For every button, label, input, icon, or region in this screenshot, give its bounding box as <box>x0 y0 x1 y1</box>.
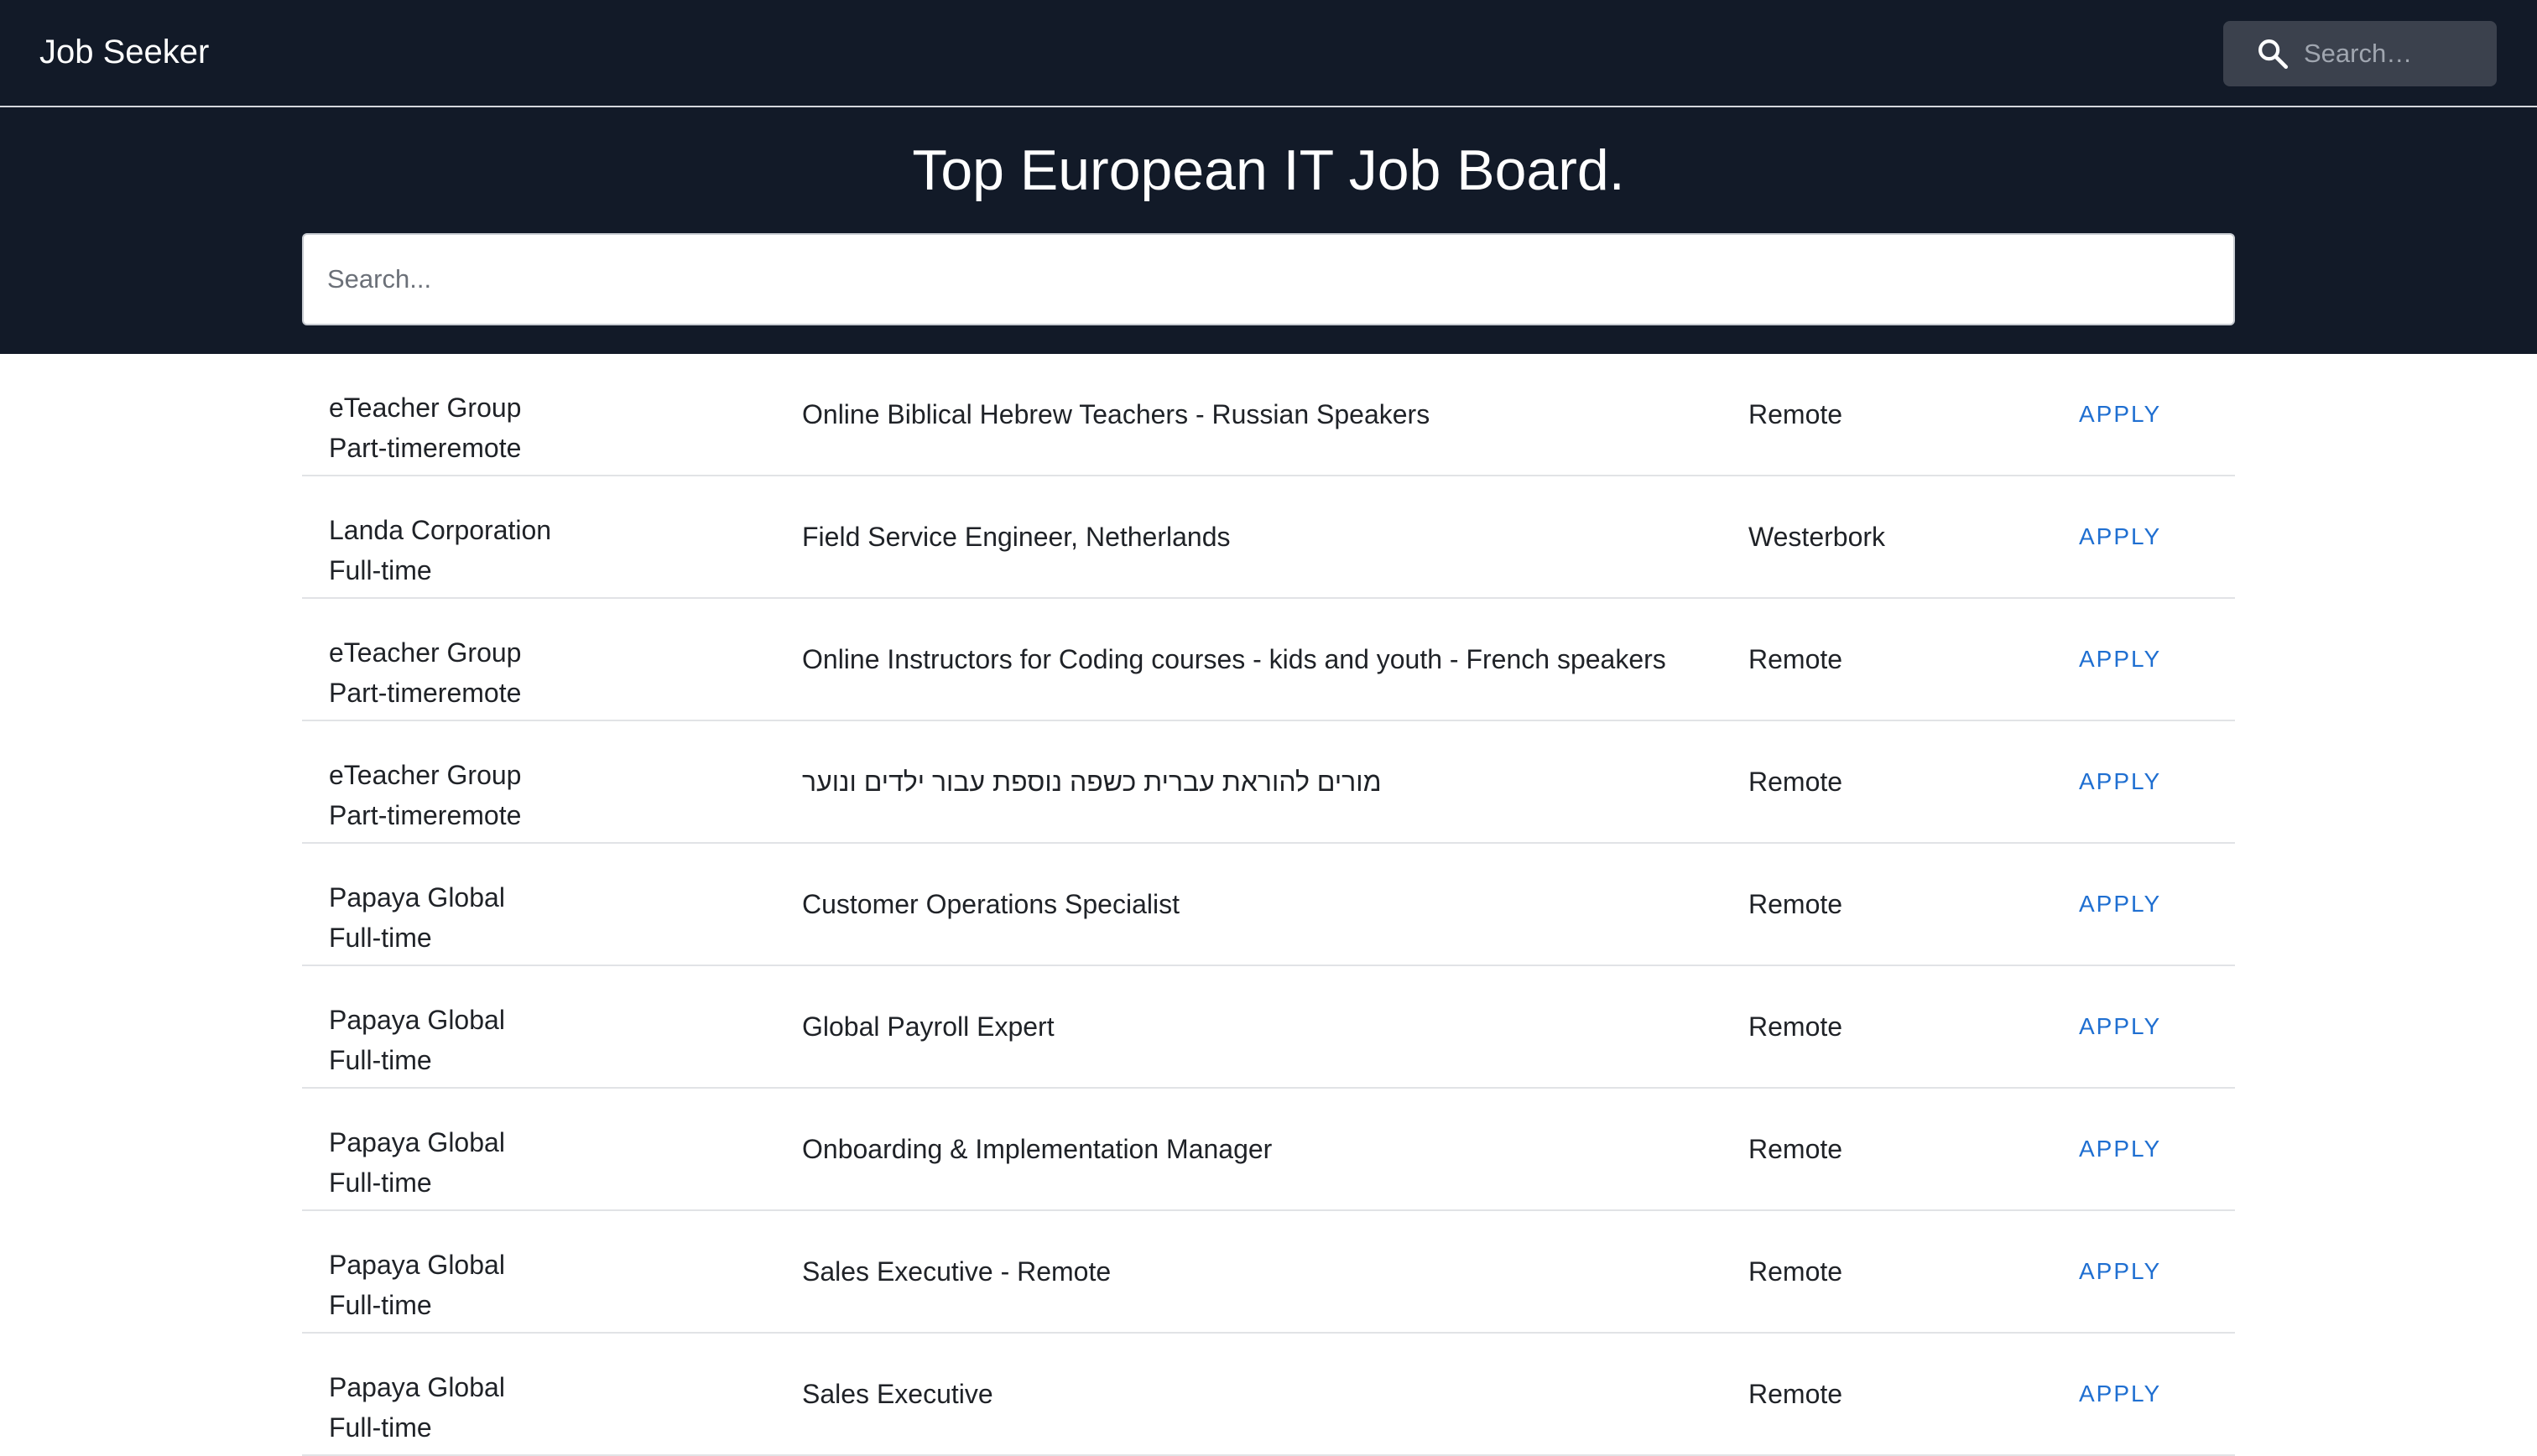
job-row: eTeacher Group Part-timeremote Online Bi… <box>302 354 2235 476</box>
job-row: Papaya Global Full-time Customer Operati… <box>302 844 2235 966</box>
job-row: Papaya Global Full-time Global Payroll E… <box>302 966 2235 1089</box>
hero-section: Top European IT Job Board. <box>0 107 2537 354</box>
nav-search-input[interactable] <box>2304 21 2488 86</box>
job-location: Remote <box>1748 1256 1843 1287</box>
job-type: Full-time <box>329 923 432 953</box>
company-info: eTeacher Group Part-timeremote <box>329 387 521 468</box>
company-name: Papaya Global <box>329 1127 505 1157</box>
job-location: Remote <box>1748 766 1843 797</box>
apply-button[interactable]: APPLY <box>2079 1089 2161 1209</box>
job-location: Remote <box>1748 643 1843 674</box>
job-type: Part-timeremote <box>329 800 522 830</box>
job-location: Remote <box>1748 888 1843 919</box>
job-location: Westerbork <box>1748 521 1886 552</box>
company-info: eTeacher Group Part-timeremote <box>329 755 521 835</box>
company-name: eTeacher Group <box>329 393 522 423</box>
brand-title[interactable]: Job Seeker <box>39 30 209 74</box>
company-info: Papaya Global Full-time <box>329 877 505 958</box>
job-row: Papaya Global Full-time Sales Executive … <box>302 1334 2235 1456</box>
company-info: Papaya Global Full-time <box>329 1245 505 1325</box>
search-icon <box>2258 39 2289 70</box>
apply-button[interactable]: APPLY <box>2079 844 2161 965</box>
job-title: מורים להוראת עברית כשפה נוספת עבור ילדים… <box>802 766 1382 797</box>
job-location: Remote <box>1748 1011 1843 1042</box>
job-location: Remote <box>1748 1378 1843 1409</box>
company-info: Papaya Global Full-time <box>329 1367 505 1448</box>
job-title: Global Payroll Expert <box>802 1011 1055 1042</box>
job-type: Full-time <box>329 1412 432 1443</box>
job-title: Onboarding & Implementation Manager <box>802 1133 1273 1164</box>
job-title: Sales Executive <box>802 1378 993 1409</box>
job-title: Online Biblical Hebrew Teachers - Russia… <box>802 398 1430 429</box>
job-row: Papaya Global Full-time Onboarding & Imp… <box>302 1089 2235 1211</box>
job-row: eTeacher Group Part-timeremote מורים להו… <box>302 721 2235 844</box>
app-bar: Job Seeker <box>0 0 2537 107</box>
apply-button[interactable]: APPLY <box>2079 1334 2161 1454</box>
company-info: eTeacher Group Part-timeremote <box>329 632 521 713</box>
company-info: Papaya Global Full-time <box>329 1122 505 1203</box>
job-title: Online Instructors for Coding courses - … <box>802 643 1666 674</box>
company-name: eTeacher Group <box>329 760 522 790</box>
job-type: Full-time <box>329 1045 432 1075</box>
apply-button[interactable]: APPLY <box>2079 966 2161 1087</box>
job-type: Part-timeremote <box>329 678 522 708</box>
job-title: Field Service Engineer, Netherlands <box>802 521 1231 552</box>
job-title: Sales Executive - Remote <box>802 1256 1112 1287</box>
job-type: Full-time <box>329 1290 432 1320</box>
company-info: Landa Corporation Full-time <box>329 510 551 590</box>
nav-search-box[interactable] <box>2223 21 2497 86</box>
apply-button[interactable]: APPLY <box>2079 721 2161 842</box>
job-type: Part-timeremote <box>329 433 522 463</box>
company-name: Papaya Global <box>329 882 505 913</box>
job-search-input[interactable] <box>302 233 2235 325</box>
apply-button[interactable]: APPLY <box>2079 476 2161 597</box>
job-row: Landa Corporation Full-time Field Servic… <box>302 476 2235 599</box>
company-name: Papaya Global <box>329 1250 505 1280</box>
job-row: Papaya Global Full-time Sales Executive … <box>302 1211 2235 1334</box>
company-info: Papaya Global Full-time <box>329 1000 505 1080</box>
page-title: Top European IT Job Board. <box>912 138 1625 202</box>
company-name: eTeacher Group <box>329 637 522 668</box>
apply-button[interactable]: APPLY <box>2079 1211 2161 1332</box>
job-row: eTeacher Group Part-timeremote Online In… <box>302 599 2235 721</box>
job-type: Full-time <box>329 1167 432 1198</box>
company-name: Papaya Global <box>329 1372 505 1402</box>
apply-button[interactable]: APPLY <box>2079 599 2161 720</box>
company-name: Landa Corporation <box>329 515 552 545</box>
job-type: Full-time <box>329 555 432 585</box>
job-list: eTeacher Group Part-timeremote Online Bi… <box>302 354 2235 1456</box>
company-name: Papaya Global <box>329 1005 505 1035</box>
job-location: Remote <box>1748 1133 1843 1164</box>
apply-button[interactable]: APPLY <box>2079 354 2161 475</box>
job-title: Customer Operations Specialist <box>802 888 1180 919</box>
job-location: Remote <box>1748 398 1843 429</box>
